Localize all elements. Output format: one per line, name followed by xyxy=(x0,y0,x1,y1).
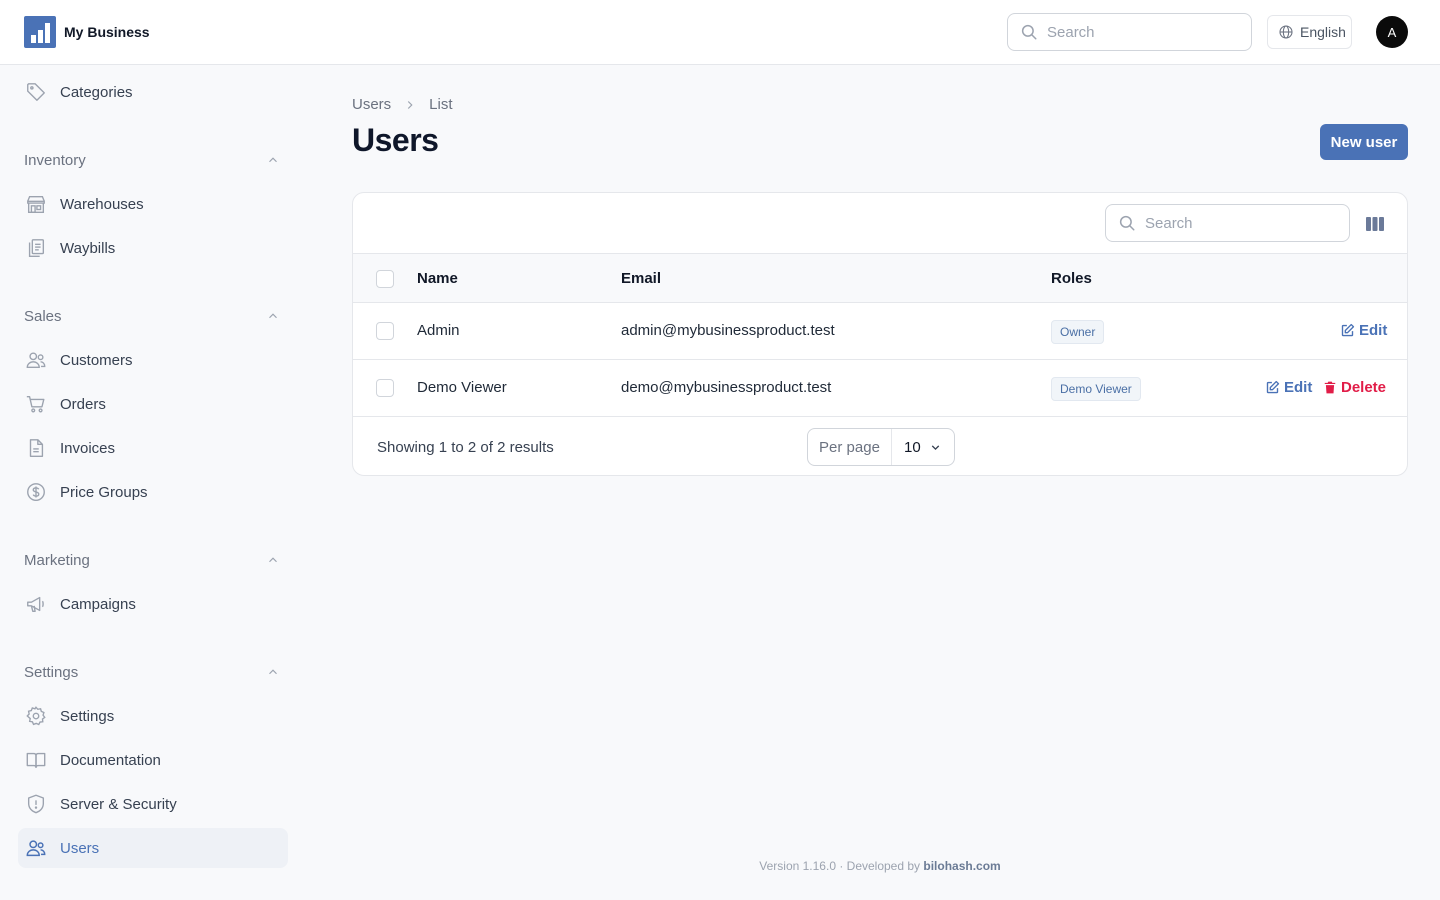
view-columns-icon xyxy=(1366,217,1384,231)
chevron-up-icon xyxy=(269,669,277,675)
sidebar-item-invoices[interactable]: Invoices xyxy=(18,428,288,468)
sidebar-group-inventory[interactable]: Inventory xyxy=(24,148,280,172)
breadcrumb-current: List xyxy=(429,96,453,113)
per-page-label: Per page xyxy=(808,429,892,465)
column-header-roles: Roles xyxy=(1051,270,1092,287)
document-text-icon xyxy=(24,436,48,460)
shield-exclamation-icon xyxy=(24,792,48,816)
table-row: Demo Viewer demo@mybusinessproduct.test … xyxy=(353,360,1407,417)
sidebar-group-settings[interactable]: Settings xyxy=(24,660,280,684)
results-summary: Showing 1 to 2 of 2 results xyxy=(377,439,554,456)
chevron-up-icon xyxy=(269,157,277,163)
sidebar-group-sales[interactable]: Sales xyxy=(24,304,280,328)
edit-button[interactable]: Edit xyxy=(1265,379,1312,396)
user-name: Admin xyxy=(417,322,460,339)
table-header: Name Email Roles xyxy=(353,253,1407,303)
breadcrumb-users-link[interactable]: Users xyxy=(352,96,391,113)
trash-icon xyxy=(1324,381,1336,394)
pencil-square-icon xyxy=(1266,380,1280,394)
brand-name: My Business xyxy=(64,24,150,40)
globe-icon xyxy=(1279,25,1293,39)
chevron-right-icon xyxy=(403,98,417,112)
global-search-input[interactable] xyxy=(1047,23,1227,41)
developer-link[interactable]: bilohash.com xyxy=(923,859,1000,873)
book-open-icon xyxy=(24,748,48,772)
table-search-input[interactable] xyxy=(1145,214,1325,232)
chevron-down-icon xyxy=(931,444,940,450)
brand[interactable]: My Business xyxy=(24,16,150,48)
chevron-up-icon xyxy=(269,313,277,319)
tag-icon xyxy=(24,80,48,104)
language-label: English xyxy=(1300,24,1346,40)
search-icon xyxy=(1119,215,1135,231)
table-row: Admin admin@mybusinessproduct.test Owner… xyxy=(353,303,1407,360)
search-icon xyxy=(1021,24,1037,40)
edit-button[interactable]: Edit xyxy=(1340,322,1387,339)
sidebar-item-orders[interactable]: Orders xyxy=(18,384,288,424)
breadcrumb: Users List xyxy=(352,96,453,113)
page-title: Users xyxy=(352,122,439,158)
building-storefront-icon xyxy=(24,192,48,216)
top-bar: My Business English A xyxy=(0,0,1440,65)
sidebar-item-server-security[interactable]: Server & Security xyxy=(18,784,288,824)
cog-icon xyxy=(24,704,48,728)
sidebar-item-price-groups[interactable]: Price Groups xyxy=(18,472,288,512)
clipboard-document-icon xyxy=(24,236,48,260)
column-toggle-button[interactable] xyxy=(1364,213,1386,235)
sidebar-group-marketing[interactable]: Marketing xyxy=(24,548,280,572)
megaphone-icon xyxy=(24,592,48,616)
user-name: Demo Viewer xyxy=(417,379,507,396)
users-icon xyxy=(24,836,48,860)
footer-version: Version 1.16.0 · Developed by bilohash.c… xyxy=(759,859,1001,873)
role-badge: Demo Viewer xyxy=(1051,377,1141,401)
column-header-name[interactable]: Name xyxy=(417,270,458,287)
currency-dollar-icon xyxy=(24,480,48,504)
language-switcher[interactable]: English xyxy=(1267,15,1352,49)
role-badge: Owner xyxy=(1051,320,1105,344)
row-checkbox[interactable] xyxy=(376,322,394,340)
sidebar-item-waybills[interactable]: Waybills xyxy=(18,228,288,268)
users-table-card: Name Email Roles Admin admin@mybusinessp… xyxy=(352,192,1408,476)
avatar[interactable]: A xyxy=(1376,16,1408,48)
sidebar-item-settings[interactable]: Settings xyxy=(18,696,288,736)
users-icon xyxy=(24,348,48,372)
sidebar-item-campaigns[interactable]: Campaigns xyxy=(18,584,288,624)
per-page-select[interactable]: Per page 10 xyxy=(807,428,955,466)
sidebar-item-warehouses[interactable]: Warehouses xyxy=(18,184,288,224)
per-page-value[interactable]: 10 xyxy=(892,429,954,465)
sidebar-item-documentation[interactable]: Documentation xyxy=(18,740,288,780)
select-all-checkbox[interactable] xyxy=(376,270,394,288)
shopping-cart-icon xyxy=(24,392,48,416)
table-search[interactable] xyxy=(1105,204,1350,242)
global-search[interactable] xyxy=(1007,13,1252,51)
brand-logo-icon xyxy=(24,16,56,48)
sidebar: Categories Inventory Warehouses Waybills… xyxy=(0,65,312,900)
sidebar-item-customers[interactable]: Customers xyxy=(18,340,288,380)
row-checkbox[interactable] xyxy=(376,379,394,397)
new-user-button[interactable]: New user xyxy=(1320,124,1408,160)
sidebar-item-categories[interactable]: Categories xyxy=(18,72,288,112)
chevron-up-icon xyxy=(269,557,277,563)
pencil-square-icon xyxy=(1341,323,1355,337)
delete-button[interactable]: Delete xyxy=(1323,379,1386,396)
user-email: demo@mybusinessproduct.test xyxy=(621,379,832,396)
column-header-email[interactable]: Email xyxy=(621,270,661,287)
user-email: admin@mybusinessproduct.test xyxy=(621,322,835,339)
